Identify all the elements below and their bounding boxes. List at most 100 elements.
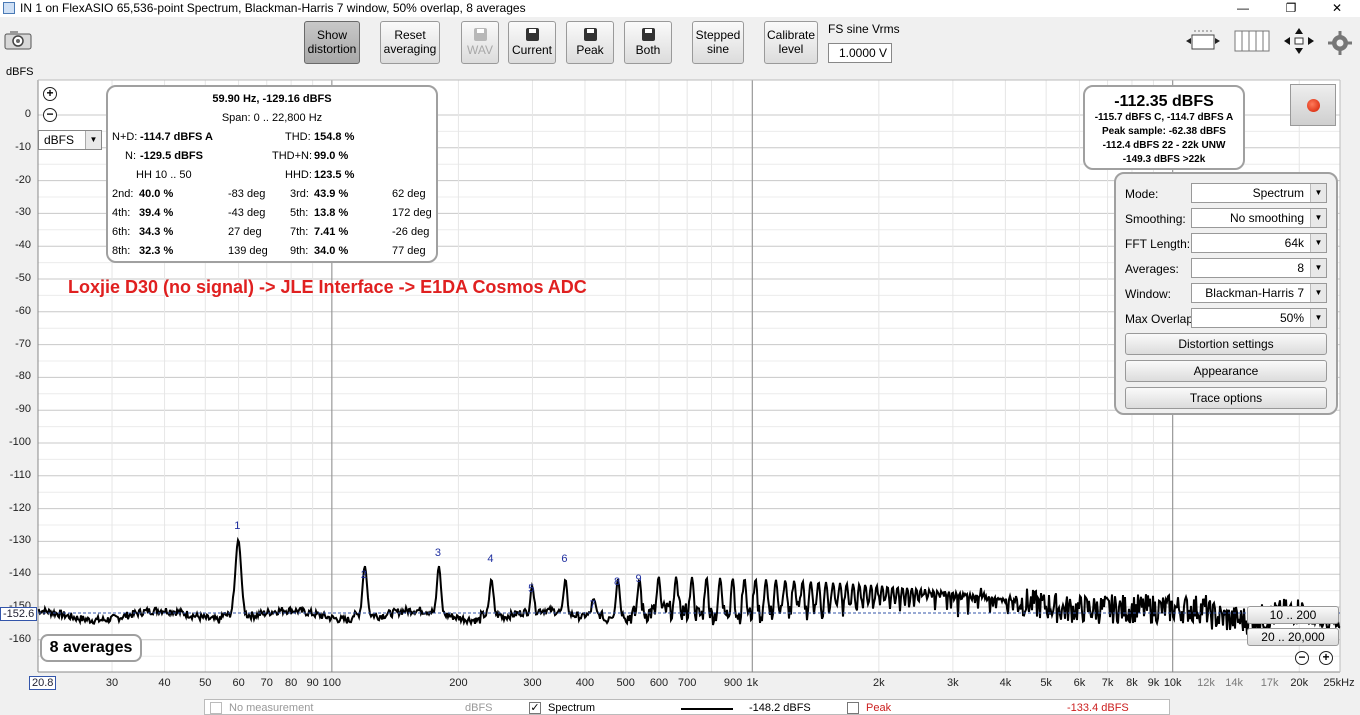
zoom-out-x-icon[interactable]: − [1295,651,1309,665]
harmonic-v1: 34.3 % [139,226,174,238]
n-value: -129.5 dBFS [140,150,203,162]
x-tick-label: 30 [105,677,119,689]
y-tick-label: -60 [15,304,31,317]
harmonic-l1: 8th: [112,245,131,257]
y-tick-label: -120 [8,501,31,514]
averages-select[interactable]: 8 ▼ [1191,258,1327,278]
zoom-in-icon[interactable]: + [43,87,57,101]
smoothing-label: Smoothing: [1125,212,1186,226]
mode-label: Mode: [1125,187,1159,201]
nd-label: N+D: [112,131,138,143]
x-tick-label: 20k [1290,677,1309,689]
x-tick-label: 400 [575,677,595,689]
harmonic-marker-label: 6 [561,553,568,566]
cursor-y-value: -152.6 [0,607,38,621]
y-tick-label: -40 [15,239,31,252]
x-tick-label: 3k [947,677,959,689]
x-tick-label: 1k [746,677,759,689]
max-overlap-select[interactable]: 50% ▼ [1191,308,1327,328]
harmonic-v1: 40.0 % [139,188,174,200]
no-measurement-unit: dBFS [465,702,493,714]
smoothing-select[interactable]: No smoothing ▼ [1191,208,1327,228]
harmonic-v1: 32.3 % [139,245,174,257]
chevron-down-icon: ▼ [1310,184,1326,202]
x-tick-label: 40 [158,677,171,689]
y-tick-label: -50 [15,272,31,284]
harmonic-l1: 2nd: [112,188,134,200]
harmonic-d1: 139 deg [228,245,268,257]
thd-label: THD: [285,131,311,143]
y-tick-label: -110 [9,468,31,481]
zoom-out-icon[interactable]: − [43,108,57,122]
record-button[interactable] [1290,84,1336,126]
range-20-20000-button[interactable]: 20 .. 20,000 [1247,628,1339,646]
harmonic-v1: 39.4 % [139,207,174,219]
harmonic-marker-label: 5 [528,582,535,595]
harmonic-l2: 3rd: [290,188,309,200]
x-tick-label: 4k [999,677,1012,689]
trace-legend: No measurement dBFS ✓ Spectrum -148.2 dB… [204,699,1170,715]
controls-panel: Mode: Spectrum ▼ Smoothing: No smoothing ▼… [1114,172,1338,415]
fft-length-label: FFT Length: [1125,237,1191,251]
harmonic-v2: 7.41 % [314,226,349,238]
thd-value: 154.8 % [314,131,355,143]
spectrum-label: Spectrum [548,702,596,714]
unit-select[interactable]: dBFS ▼ [38,130,102,150]
harmonic-d1: -43 deg [228,207,266,219]
hhd-label: HHD: [285,169,312,181]
x-tick-label: 200 [449,677,468,689]
nd-value: -114.7 dBFS A [140,131,213,143]
record-icon [1307,99,1320,112]
harmonic-marker-label: 8 [613,576,621,589]
max-overlap-value: 50% [1279,311,1304,325]
harmonic-d2: -26 deg [392,226,430,238]
y-tick-label: -10 [15,140,31,153]
harmonic-v2: 43.9 % [314,188,349,200]
x-tick-label: 2k [873,677,885,689]
harmonic-l1: 4th: [112,207,131,219]
spectrum-checkbox[interactable]: ✓ [529,702,541,714]
distortion-panel: 59.90 Hz, -129.16 dBFS Span: 0 .. 22,800… [106,85,438,263]
y-tick-label: -100 [8,436,31,448]
mode-select[interactable]: Spectrum ▼ [1191,183,1327,203]
harmonic-marker-label: 7 [589,599,596,611]
x-tick-label: 700 [677,677,697,689]
peak-checkbox[interactable] [847,702,859,714]
window-select[interactable]: Blackman-Harris 7 ▼ [1191,283,1327,303]
harmonic-l2: 5th: [290,207,309,219]
zoom-in-x-icon[interactable]: + [1319,651,1333,665]
peak-label: Peak [866,702,892,714]
y-tick-label: -80 [15,370,31,383]
n-label: N: [125,150,136,162]
appearance-button[interactable]: Appearance [1125,360,1327,382]
fft-length-select[interactable]: 64k ▼ [1191,233,1327,253]
spectrum-trace [37,536,1341,635]
max-overlap-label: Max Overlap: [1125,312,1197,326]
level-readout-line2: Peak sample: -62.38 dBFS [1102,126,1226,137]
harmonic-l2: 7th: [290,226,309,238]
harmonic-d2: 62 deg [392,188,426,200]
spectrum-line-swatch [681,708,733,710]
trace-options-button[interactable]: Trace options [1125,387,1327,409]
chevron-down-icon: ▼ [1310,284,1326,302]
fft-length-value: 64k [1284,236,1304,250]
x-tick-label: 100 [322,677,342,689]
hhd-value: 123.5 % [314,169,355,181]
averages-badge: 8 averages [40,634,142,662]
harmonic-marker-label: 1 [234,520,241,533]
y-tick-label: 0 [24,108,31,120]
unit-select-value: dBFS [44,133,75,147]
harmonic-d1: 27 deg [228,226,262,238]
level-readout-panel: -112.35 dBFS -115.7 dBFS C, -114.7 dBFS … [1083,85,1245,170]
distortion-settings-button[interactable]: Distortion settings [1125,333,1327,355]
no-measurement-checkbox[interactable] [210,702,222,714]
distortion-header: 59.90 Hz, -129.16 dBFS [212,93,332,105]
harmonic-marker-label: 2 [360,569,367,582]
harmonic-marker-label: 9 [635,572,642,585]
chevron-down-icon: ▼ [1310,209,1326,227]
level-readout-main: -112.35 dBFS [1114,93,1214,110]
spectrum-value: -148.2 dBFS [749,702,811,714]
range-10-200-button[interactable]: 10 .. 200 [1247,606,1339,624]
y-tick-label: -160 [8,632,31,645]
harmonic-v2: 13.8 % [314,207,349,219]
